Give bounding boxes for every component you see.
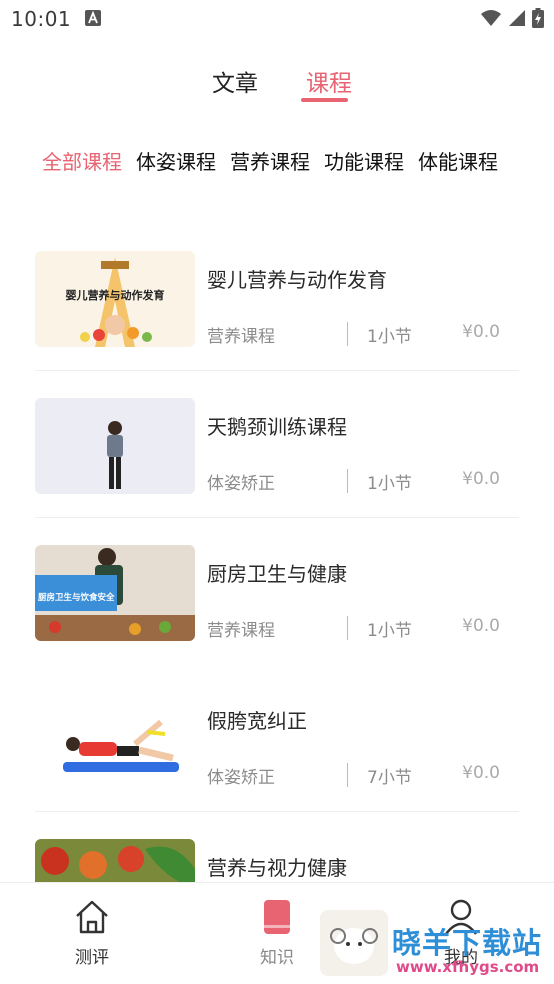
category-function[interactable]: 功能课程 (324, 146, 404, 178)
course-title: 假胯宽纠正 (207, 709, 307, 733)
nav-label: 测评 (75, 948, 109, 968)
active-tab-indicator (301, 98, 348, 102)
top-tabs: 文章 课程 (0, 64, 554, 108)
status-icons (480, 8, 544, 28)
category-nutrition[interactable]: 营养课程 (230, 146, 310, 178)
status-time: 10:01 (11, 7, 72, 31)
course-thumbnail (35, 692, 195, 788)
category-filter-row: 全部课程 体姿课程 营养课程 功能课程 体能课程 (42, 146, 498, 178)
home-icon (76, 900, 108, 934)
course-tag: 营养课程 (207, 621, 275, 641)
course-price: ¥0.0 (462, 763, 500, 783)
course-title: 厨房卫生与健康 (207, 562, 347, 586)
course-tag: 体姿矫正 (207, 768, 275, 788)
watermark: 晓羊下载站 www.xfhygs.com (320, 910, 554, 980)
course-card[interactable]: 婴儿营养与动作发育 婴儿营养与动作发育 营养课程 1小节 ¥0.0 (35, 246, 519, 393)
nav-assessment[interactable]: 测评 (52, 897, 132, 968)
battery-icon (532, 8, 544, 28)
course-price: ¥0.0 (462, 469, 500, 489)
course-title: 婴儿营养与动作发育 (207, 268, 387, 292)
course-thumbnail: 厨房卫生与饮食安全 (35, 545, 195, 641)
signal-icon (509, 10, 525, 26)
divider (35, 370, 519, 371)
separator (347, 322, 348, 346)
course-price: ¥0.0 (462, 616, 500, 636)
course-card[interactable]: 天鹅颈训练课程 体姿矫正 1小节 ¥0.0 (35, 393, 519, 540)
course-thumbnail (35, 398, 195, 494)
course-price: ¥0.0 (462, 322, 500, 342)
nav-label: 知识 (260, 948, 294, 968)
course-sessions: 1小节 (367, 327, 412, 347)
thumbnail-caption: 厨房卫生与饮食安全 (38, 593, 115, 603)
tab-courses[interactable]: 课程 (306, 64, 352, 98)
separator (347, 616, 348, 640)
course-sessions: 1小节 (367, 474, 412, 494)
status-bar: 10:01 (0, 0, 554, 38)
nav-knowledge[interactable]: 知识 (237, 897, 317, 968)
separator (347, 763, 348, 787)
watermark-text: 晓羊下载站 (392, 926, 543, 960)
wifi-icon (481, 10, 501, 26)
category-posture[interactable]: 体姿课程 (136, 146, 216, 178)
category-fitness[interactable]: 体能课程 (418, 146, 498, 178)
course-card[interactable]: 厨房卫生与饮食安全 厨房卫生与健康 营养课程 1小节 ¥0.0 (35, 540, 519, 687)
course-tag: 体姿矫正 (207, 474, 275, 494)
watermark-url: www.xfhygs.com (396, 958, 540, 976)
course-sessions: 7小节 (367, 768, 412, 788)
course-thumbnail: 婴儿营养与动作发育 (35, 251, 195, 347)
separator (347, 469, 348, 493)
tab-articles[interactable]: 文章 (212, 64, 258, 98)
category-all[interactable]: 全部课程 (42, 146, 122, 178)
course-tag: 营养课程 (207, 327, 275, 347)
course-title: 天鹅颈训练课程 (207, 415, 347, 439)
notification-a-icon (85, 10, 101, 26)
book-icon (264, 900, 290, 934)
sheep-logo-icon (320, 910, 388, 976)
divider (35, 517, 519, 518)
divider (35, 811, 519, 812)
course-sessions: 1小节 (367, 621, 412, 641)
course-title: 营养与视力健康 (207, 856, 347, 880)
course-card[interactable]: 假胯宽纠正 体姿矫正 7小节 ¥0.0 (35, 687, 519, 834)
thumbnail-caption: 婴儿营养与动作发育 (65, 289, 165, 302)
